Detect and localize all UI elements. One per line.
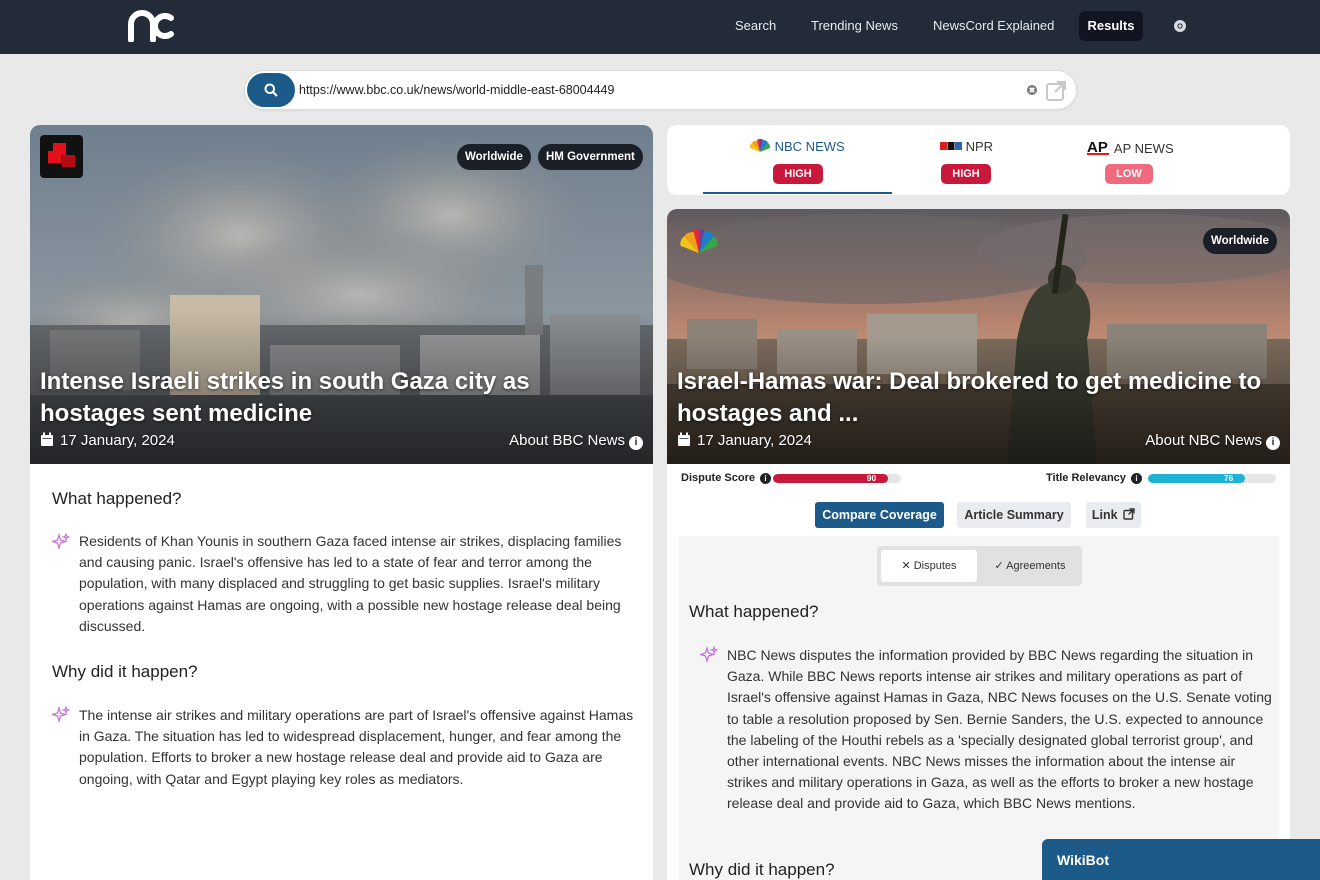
info-icon[interactable]: i (760, 473, 772, 484)
about-bbc-news[interactable]: About BBC News i (509, 432, 643, 450)
left-article-title[interactable]: Intense Israeli strikes in south Gaza ci… (40, 366, 640, 430)
left-hero-image: Worldwide HM Government Intense Israeli … (30, 125, 653, 464)
source-tabs: NBC NEWS HIGH NPR HIGH AP AP NEWS LOW (667, 125, 1290, 195)
nbc-rating-badge: HIGH (773, 164, 823, 184)
ap-rating-badge: LOW (1105, 164, 1153, 184)
bbc-news-logo (40, 135, 83, 178)
sparkle-icon (52, 533, 70, 551)
url-input[interactable] (299, 80, 1019, 100)
dispute-score-fill: 90 (773, 474, 889, 483)
disputes-toggle[interactable]: ✕ Disputes (881, 550, 977, 582)
chip-worldwide[interactable]: Worldwide (457, 144, 531, 170)
chip-worldwide[interactable]: Worldwide (1203, 228, 1277, 254)
tab-nbc-news[interactable]: NBC NEWS (749, 138, 845, 154)
active-tab-indicator (703, 192, 892, 194)
external-link-icon[interactable] (1045, 80, 1067, 102)
left-why-text: The intense air strikes and military ope… (79, 707, 634, 787)
external-link-icon (1123, 508, 1135, 520)
close-icon: ✕ (901, 560, 911, 572)
dispute-score-label: Dispute Score i (681, 472, 772, 484)
right-article-title[interactable]: Israel-Hamas war: Deal brokered to get m… (677, 366, 1277, 430)
newscord-logo[interactable] (128, 10, 174, 42)
title-relevancy-meter: 76 (1148, 474, 1276, 483)
nbc-news-name: NBC NEWS (774, 139, 845, 154)
search-button[interactable] (247, 73, 295, 107)
sparkle-icon (52, 706, 70, 724)
info-icon: i (629, 436, 643, 450)
link-button[interactable]: Link (1086, 502, 1141, 528)
title-relevancy-fill: 76 (1148, 474, 1246, 483)
right-why-heading: Why did it happen? (689, 860, 835, 879)
dispute-score-text: Dispute Score (681, 472, 755, 484)
right-hero-image: Worldwide Israel-Hamas war: Deal brokere… (667, 209, 1290, 464)
nav-search[interactable]: Search (735, 18, 776, 33)
dispute-score-meter: 90 (773, 474, 901, 483)
sparkle-icon (700, 646, 718, 664)
left-why-heading: Why did it happen? (52, 662, 198, 681)
title-relevancy-label: Title Relevancy i (1046, 472, 1142, 484)
wikibot-panel[interactable]: WikiBot (1042, 839, 1320, 880)
nav-trending-news[interactable]: Trending News (811, 18, 898, 33)
search-icon (264, 83, 278, 97)
right-what-heading: What happened? (689, 602, 819, 621)
chrome-icon[interactable] (1173, 19, 1187, 33)
top-navbar: Search Trending News NewsCord Explained … (0, 0, 1320, 54)
link-button-label: Link (1091, 508, 1118, 522)
left-date-text: 17 January, 2024 (60, 432, 175, 449)
npr-rating-badge: HIGH (941, 164, 991, 184)
npr-logo-icon (940, 142, 962, 150)
nav-newscord-explained[interactable]: NewsCord Explained (933, 18, 1054, 33)
left-what-text: Residents of Khan Younis in southern Gaz… (79, 533, 622, 634)
calendar-icon (678, 432, 690, 446)
agreements-toggle[interactable]: ✓ Agreements (981, 550, 1079, 582)
comparison-panel: ✕ Disputes ✓ Agreements What happened? N… (679, 536, 1279, 880)
url-search-bar (244, 70, 1077, 110)
chip-hm-government[interactable]: HM Government (538, 144, 643, 170)
npr-name: NPR (965, 139, 994, 154)
ap-logo-icon: AP (1087, 139, 1109, 156)
check-icon: ✓ (994, 560, 1004, 572)
left-what-heading: What happened? (52, 489, 182, 508)
left-article-date: 17 January, 2024 (40, 432, 175, 449)
right-date-text: 17 January, 2024 (697, 432, 812, 449)
right-what-text: NBC News disputes the information provid… (727, 647, 1272, 812)
article-summary-button[interactable]: Article Summary (957, 502, 1071, 528)
tab-ap-news[interactable]: AP AP NEWS (1087, 139, 1174, 156)
ap-news-name: AP NEWS (1113, 141, 1174, 156)
agreements-label: Agreements (1006, 560, 1066, 572)
nav-results[interactable]: Results (1079, 11, 1143, 41)
tab-npr[interactable]: NPR (940, 139, 993, 154)
disputes-label: Disputes (913, 560, 957, 572)
left-article-card: Worldwide HM Government Intense Israeli … (30, 125, 653, 880)
about-nbc-news[interactable]: About NBC News i (1145, 432, 1280, 450)
about-bbc-news-text: About BBC News (509, 432, 625, 449)
about-nbc-news-text: About NBC News (1145, 432, 1262, 449)
clear-icon[interactable] (1027, 85, 1037, 95)
right-article-card: Worldwide Israel-Hamas war: Deal brokere… (667, 209, 1290, 880)
info-icon: i (1266, 436, 1280, 450)
compare-coverage-button[interactable]: Compare Coverage (815, 502, 944, 528)
title-relevancy-text: Title Relevancy (1046, 472, 1126, 484)
nbc-peacock-icon (749, 138, 771, 152)
nbc-peacock-logo (680, 229, 718, 254)
right-article-date: 17 January, 2024 (677, 432, 812, 449)
calendar-icon (41, 432, 53, 446)
svg-text:AP: AP (1087, 139, 1108, 155)
disputes-agreements-toggle: ✕ Disputes ✓ Agreements (877, 546, 1082, 586)
info-icon[interactable]: i (1130, 473, 1142, 484)
